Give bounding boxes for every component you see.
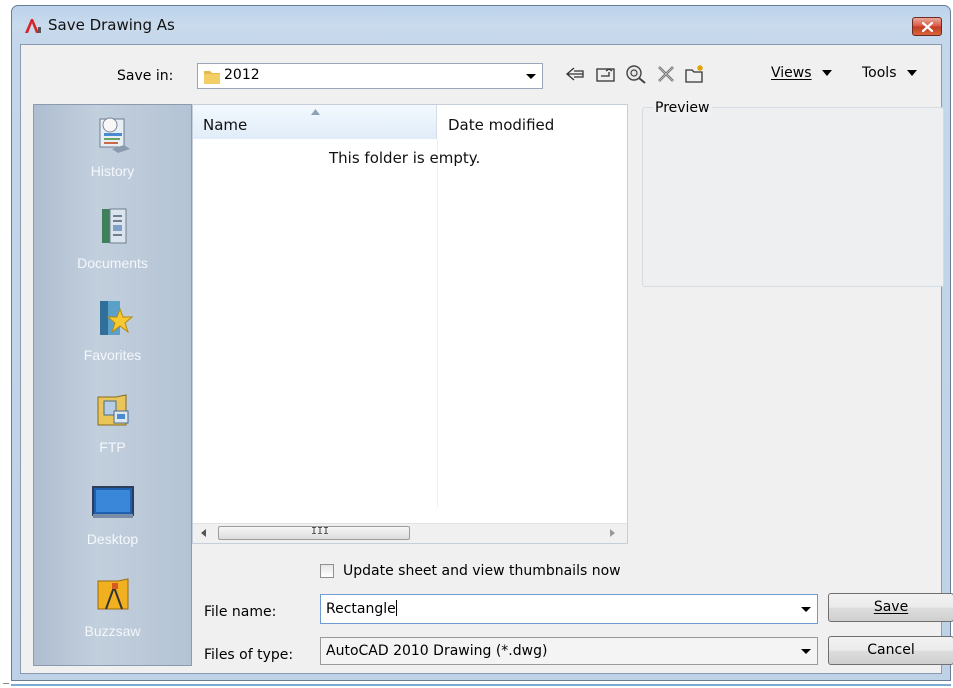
place-label: FTP: [99, 439, 126, 455]
save-drawing-dialog: Save Drawing As Save in: 2012 Views Tool…: [11, 5, 953, 681]
update-thumbnails-checkbox[interactable]: [320, 564, 334, 578]
scrollbar-thumb[interactable]: III: [218, 526, 410, 540]
file-list[interactable]: Name Date modified This folder is empty.…: [192, 104, 628, 544]
tools-dropdown-icon: [906, 70, 917, 76]
place-label: Favorites: [83, 347, 142, 363]
autocad-app-icon: [24, 18, 42, 34]
files-of-type-dropdown[interactable]: AutoCAD 2010 Drawing (*.dwg): [320, 637, 818, 665]
title-bar[interactable]: Save Drawing As: [12, 6, 950, 44]
chevron-down-icon: [526, 74, 536, 79]
delete-icon[interactable]: [655, 63, 677, 85]
scroll-left-icon[interactable]: [201, 529, 206, 537]
documents-icon: [92, 205, 134, 247]
place-label: Desktop: [86, 531, 139, 547]
window-title: Save Drawing As: [48, 16, 175, 34]
file-name-value: Rectangle: [326, 601, 396, 617]
buzzsaw-icon: [92, 573, 134, 615]
favorites-icon: [92, 297, 134, 339]
views-menu[interactable]: Views: [771, 65, 832, 81]
close-button[interactable]: [912, 17, 942, 36]
horizontal-scrollbar[interactable]: III: [193, 523, 627, 543]
save-button[interactable]: Save: [828, 593, 953, 622]
update-thumbnails-label: Update sheet and view thumbnails now: [343, 563, 621, 579]
cancel-button[interactable]: Cancel: [828, 636, 953, 665]
place-label: History: [90, 163, 135, 179]
stray-mark: [3, 683, 9, 684]
history-icon: [92, 113, 134, 155]
file-name-label: File name:: [204, 604, 277, 620]
desktop-icon: [92, 481, 134, 523]
column-divider: [437, 139, 438, 507]
preview-panel: Preview: [642, 100, 944, 287]
chevron-down-icon: [801, 649, 811, 654]
new-folder-icon[interactable]: [684, 63, 706, 85]
scroll-right-icon[interactable]: [610, 529, 615, 537]
place-favorites[interactable]: Favorites: [34, 289, 191, 381]
column-header-date-modified[interactable]: Date modified: [438, 105, 627, 139]
file-name-input[interactable]: Rectangle: [320, 594, 818, 624]
chevron-down-icon[interactable]: [801, 607, 811, 612]
save-button-label: Save: [873, 599, 909, 615]
places-bar: History Documents Favorites FTP Desktop …: [33, 104, 192, 666]
taskbar-edge: [11, 684, 951, 686]
preview-label: Preview: [653, 100, 712, 116]
column-header-label: Date modified: [448, 116, 555, 134]
views-label: Views: [771, 65, 812, 81]
text-cursor: [395, 600, 397, 616]
files-of-type-label: Files of type:: [204, 647, 294, 663]
scrollbar-grip: III: [311, 526, 330, 537]
ftp-icon: [92, 389, 134, 431]
place-documents[interactable]: Documents: [34, 197, 191, 289]
column-header-label: Name: [203, 116, 248, 134]
close-icon: [922, 22, 933, 32]
save-in-label: Save in:: [117, 68, 174, 84]
views-dropdown-icon: [821, 70, 832, 76]
place-ftp[interactable]: FTP: [34, 381, 191, 473]
cancel-button-label: Cancel: [867, 642, 915, 658]
column-header-name[interactable]: Name: [193, 105, 437, 139]
sort-ascending-icon: [311, 109, 320, 115]
empty-folder-message: This folder is empty.: [329, 149, 481, 167]
place-label: Documents: [77, 255, 148, 271]
place-desktop[interactable]: Desktop: [34, 473, 191, 565]
tools-menu[interactable]: Tools: [862, 65, 917, 81]
files-of-type-value: AutoCAD 2010 Drawing (*.dwg): [326, 643, 548, 659]
back-icon[interactable]: [564, 63, 586, 85]
up-folder-icon[interactable]: [595, 63, 617, 85]
place-label: Buzzsaw: [84, 623, 141, 639]
dialog-body: Save in: 2012 Views Tools History Docume…: [20, 44, 953, 674]
tools-label: Tools: [862, 65, 897, 81]
place-buzzsaw[interactable]: Buzzsaw: [34, 565, 191, 657]
folder-icon: [204, 69, 220, 88]
place-history[interactable]: History: [34, 105, 191, 197]
save-in-value: 2012: [224, 67, 260, 83]
save-in-dropdown[interactable]: 2012: [197, 63, 543, 89]
search-web-icon[interactable]: [625, 63, 647, 85]
